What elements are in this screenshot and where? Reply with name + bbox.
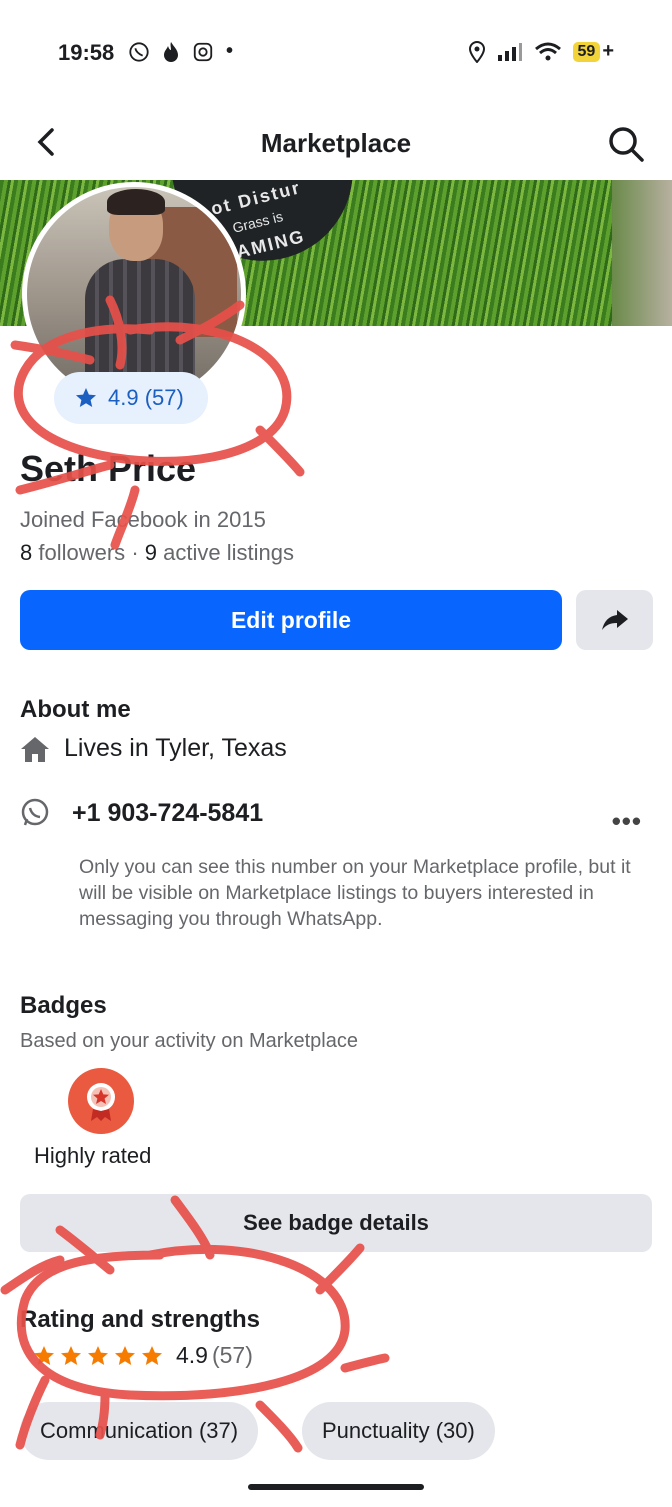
lives-in-text: Lives in Tyler, Texas [64, 734, 287, 762]
rating-count: (57) [211, 1342, 253, 1368]
search-icon[interactable] [606, 124, 646, 164]
charging-indicator: + [602, 40, 614, 62]
badges-heading: Badges [20, 992, 107, 1019]
rating-score: 4.9 [176, 1342, 208, 1368]
listings-label[interactable]: active listings [163, 540, 294, 565]
annotation-stroke-bottom-7 [255, 1400, 303, 1453]
listings-count: 9 [144, 540, 158, 565]
star-icon [76, 388, 96, 407]
status-notification-icons: • [128, 40, 233, 63]
stars-container [32, 1344, 164, 1368]
phone-row: +1 903-724-5841 [20, 798, 263, 828]
rating-pill-text: 4.9 (57) [108, 385, 184, 410]
annotation-stroke-bottom-5 [340, 1353, 390, 1373]
avatar-hair [107, 189, 165, 215]
status-time: 19:58 [58, 40, 115, 65]
phone-number[interactable]: +1 903-724-5841 [72, 799, 263, 828]
badge-label: Highly rated [34, 1143, 152, 1168]
badges-subtitle: Based on your activity on Marketplace [20, 1030, 358, 1052]
rating-star-icon [34, 1345, 54, 1365]
joined-date: Joined Facebook in 2015 [20, 507, 266, 532]
rating-star-icon [142, 1345, 162, 1365]
profile-name: Seth Price [20, 448, 197, 489]
status-bar: 19:58 • 59 + [0, 0, 672, 110]
highly-rated-badge-icon[interactable] [68, 1068, 134, 1134]
rating-star-icon [88, 1345, 108, 1365]
annotation-stroke-top-4 [255, 425, 305, 477]
edit-profile-button[interactable]: Edit profile [20, 590, 562, 650]
rating-star-icon [61, 1345, 81, 1365]
rating-stars-row[interactable]: 4.9 (57) [32, 1342, 253, 1369]
award-icon [87, 1083, 115, 1121]
about-heading: About me [20, 696, 131, 723]
status-system-icons: 59 + [468, 40, 614, 63]
profile-stats: 8 followers · 9 active listings [20, 540, 294, 566]
rating-star-icon [115, 1345, 135, 1365]
signal-icon [497, 42, 522, 61]
lives-in-row: Lives in Tyler, Texas [20, 734, 287, 763]
location-icon [468, 40, 485, 63]
share-profile-button[interactable] [576, 590, 653, 650]
rating-summary-pill[interactable]: 4.9 (57) [54, 372, 208, 424]
instagram-icon [193, 42, 213, 61]
annotation-stroke-bottom-3 [0, 1255, 65, 1295]
more-notifications-dot-icon: • [226, 40, 234, 62]
flame-icon [164, 41, 178, 62]
home-indicator[interactable] [248, 1484, 424, 1490]
wifi-icon [534, 42, 561, 60]
see-badge-details-button[interactable]: See badge details [20, 1194, 652, 1252]
followers-count: 8 [20, 540, 33, 565]
whatsapp-icon [21, 798, 49, 826]
phone-visibility-note: Only you can see this number on your Mar… [79, 856, 631, 930]
top-nav-bar: Marketplace [0, 112, 672, 176]
annotation-stroke-bottom-4 [315, 1243, 365, 1295]
more-options-icon[interactable]: ••• [612, 806, 642, 837]
whatsapp-icon [129, 41, 149, 62]
battery-level: 59 [572, 41, 601, 62]
share-arrow-icon [601, 610, 628, 630]
stats-separator: · [131, 540, 145, 565]
page-title: Marketplace [260, 128, 412, 158]
home-icon [21, 736, 49, 762]
strength-chip-communication[interactable]: Communication (37) [20, 1402, 259, 1460]
followers-label[interactable]: followers [38, 540, 125, 565]
ratings-heading: Rating and strengths [20, 1306, 261, 1333]
cover-path-shape [612, 180, 672, 326]
strength-chip-punctuality[interactable]: Punctuality (30) [302, 1402, 495, 1460]
